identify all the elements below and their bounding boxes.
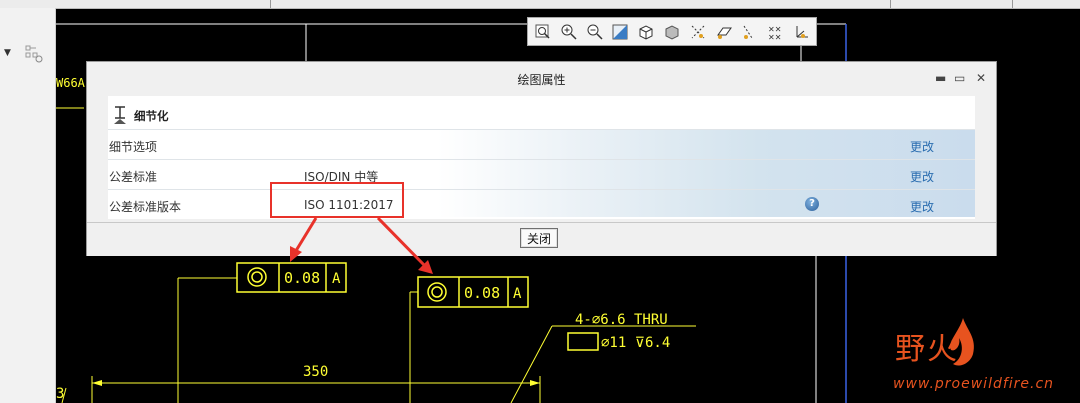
minimize-icon[interactable]: ▬ (935, 71, 946, 85)
display-style-icon[interactable] (661, 21, 683, 43)
section-label: 细节化 (134, 109, 169, 123)
strip-divider (270, 0, 271, 8)
property-value: ISO/DIN 中等 (304, 170, 379, 184)
dialog-body: 细节化 细节选项 更改 公差标准 ISO/DIN 中等 更改 公差标准版本 IS… (108, 96, 975, 219)
repaint-icon[interactable] (609, 21, 631, 43)
watermark-logo: 野火 www.proewildfire.cn (893, 316, 1073, 396)
fcf1-datum: A (332, 271, 341, 287)
properties-list: 细节选项 更改 公差标准 ISO/DIN 中等 更改 公差标准版本 ISO 11… (108, 129, 975, 217)
property-key: 公差标准 (109, 170, 158, 184)
close-button[interactable]: 关闭 (520, 228, 558, 248)
view-toolbar: ✕✕ ✕✕ (527, 17, 817, 46)
strip-divider (890, 0, 891, 8)
datum-display-icon[interactable] (687, 21, 709, 43)
fcf1-value: 0.08 (284, 269, 320, 287)
svg-text:✕✕: ✕✕ (768, 33, 781, 41)
dialog-footer: 关闭 (87, 222, 996, 256)
view-manager-icon[interactable] (635, 21, 657, 43)
dimension-value: 350 (303, 364, 328, 380)
section-detail: 细节化 (108, 102, 975, 128)
property-row: 公差标准 ISO/DIN 中等 更改 (108, 159, 975, 190)
fcf2-value: 0.08 (464, 284, 500, 302)
hole-callout: 4-⌀6.6 THRU ⌀11 ⊽6.4 (510, 312, 696, 403)
property-row: 公差标准版本 ISO 1101:2017 ? 更改 (108, 189, 975, 220)
maximize-icon[interactable]: ▭ (954, 71, 965, 85)
watermark-brand: 野火 (895, 332, 959, 367)
change-detail-options-link[interactable]: 更改 (910, 138, 934, 155)
zoom-fit-icon[interactable] (532, 21, 554, 43)
property-key: 细节选项 (109, 140, 158, 154)
plane-display-icon[interactable] (713, 21, 735, 43)
zoom-out-icon[interactable] (584, 21, 606, 43)
csys-display-icon[interactable] (790, 21, 812, 43)
dialog-title: 绘图属性 (517, 73, 566, 87)
detail-icon (114, 106, 126, 124)
drawing-properties-dialog: 绘图属性 ▬ ▭ ✕ 细节化 细节选项 更改 公差标准 ISO/DIN 中等 更… (86, 61, 997, 256)
dialog-titlebar[interactable]: 绘图属性 ▬ ▭ ✕ (87, 62, 996, 96)
feature-control-frame-2: 0.08 A (409, 276, 529, 403)
hole-note-2: ⌀11 ⊽6.4 (601, 335, 670, 351)
feature-control-frame-1: 0.08 A (177, 262, 347, 403)
tree-settings-icon[interactable] (24, 44, 44, 64)
zoom-in-icon[interactable] (558, 21, 580, 43)
dimension-350: 350 3 (56, 364, 541, 403)
chevron-down-icon[interactable]: ▼ (4, 48, 11, 58)
model-tree-panel: ▼ (0, 8, 56, 403)
property-value: ISO 1101:2017 (304, 198, 394, 212)
fcf2-datum: A (513, 286, 522, 302)
strip-divider (1012, 0, 1013, 8)
point-display-icon[interactable]: ✕✕ ✕✕ (764, 21, 786, 43)
partial-label: W66A (56, 76, 86, 90)
close-icon[interactable]: ✕ (976, 71, 986, 85)
property-key: 公差标准版本 (109, 200, 182, 214)
help-icon[interactable]: ? (805, 197, 819, 211)
change-tolerance-version-link[interactable]: 更改 (910, 198, 934, 215)
change-tolerance-standard-link[interactable]: 更改 (910, 168, 934, 185)
property-row: 细节选项 更改 (108, 129, 975, 160)
watermark-url: www.proewildfire.cn (893, 376, 1055, 392)
axis-display-icon[interactable] (739, 21, 761, 43)
